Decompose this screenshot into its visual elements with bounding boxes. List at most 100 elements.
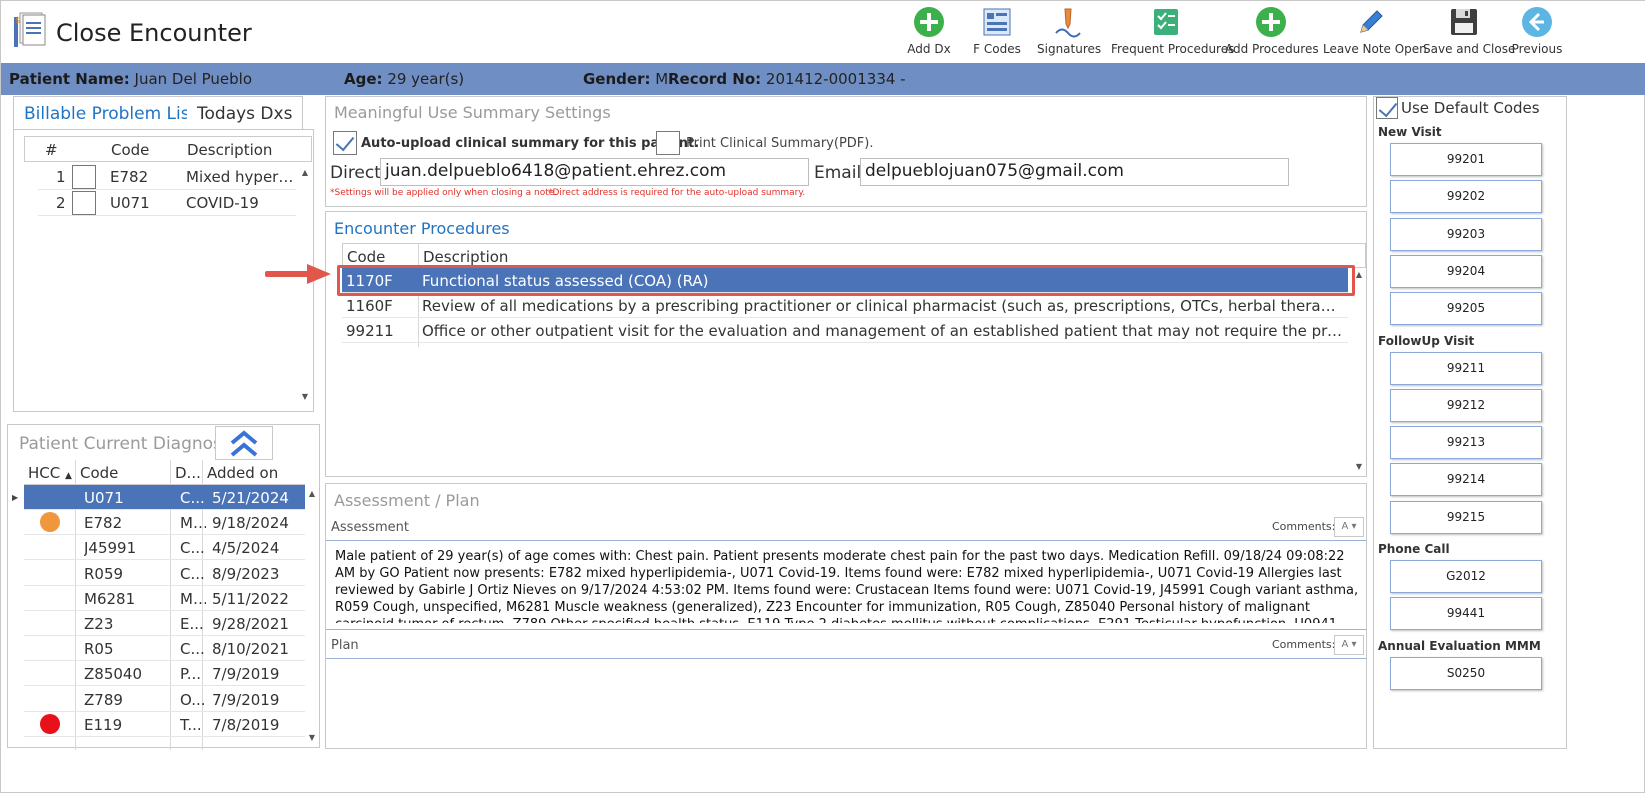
code-button-g2012[interactable]: G2012 xyxy=(1390,560,1542,593)
save-and-close-button[interactable]: Save and Close xyxy=(1423,4,1515,60)
table-row[interactable]: J45991 C... 4/5/2024 xyxy=(24,535,305,561)
row-code: U071 xyxy=(84,489,124,507)
assessment-label: Assessment xyxy=(331,520,409,535)
code-button-99213[interactable]: 99213 xyxy=(1390,426,1542,460)
table-row[interactable]: U071 C... 5/21/2024 xyxy=(24,485,305,510)
table-row[interactable]: E782 M... 9/18/2024 xyxy=(24,510,305,536)
add-dx-label: Add Dx xyxy=(907,42,951,56)
scroll-up-arrow[interactable]: ▲ xyxy=(298,166,312,180)
scroll-up-arrow[interactable]: ▲ xyxy=(1352,268,1366,282)
assessment-text[interactable]: Male patient of 29 year(s) of age comes … xyxy=(335,548,1359,623)
row-code: R05 xyxy=(84,640,114,659)
divider xyxy=(326,658,1366,659)
table-row[interactable]: R05 C... 8/10/2021 xyxy=(24,636,305,662)
table-row[interactable]: R059 C... 8/9/2023 xyxy=(24,561,305,586)
current-diagnosis-panel: Patient Current Diagnosis HCC ▲ Code D..… xyxy=(7,424,320,750)
window-title: Close Encounter xyxy=(56,19,252,47)
col-code: Code xyxy=(111,141,150,159)
scroll-down-arrow[interactable]: ▼ xyxy=(298,390,312,404)
plan-comments-label: Comments: xyxy=(1272,638,1336,651)
frequent-procedures-button[interactable]: Frequent Procedures xyxy=(1111,4,1234,60)
table-row[interactable]: M6281 M... 5/11/2022 xyxy=(24,586,305,611)
divider xyxy=(326,540,1366,541)
table-row[interactable]: 2 U071 COVID-19 xyxy=(38,190,296,216)
code-button-99205[interactable]: 99205 xyxy=(1390,292,1542,326)
direct-address-field[interactable]: juan.delpueblo6418@patient.ehrez.com xyxy=(380,158,809,186)
tab-todays-dxs[interactable]: Todays Dxs xyxy=(187,96,304,130)
add-procedures-button[interactable]: Add Procedures xyxy=(1225,4,1319,60)
assessment-comments-label: Comments: xyxy=(1272,520,1336,533)
code-button-99203[interactable]: 99203 xyxy=(1390,217,1542,251)
plan-text[interactable] xyxy=(335,664,1359,744)
problem-list-header: # Code Description xyxy=(24,136,312,162)
leave-note-open-label: Leave Note Open xyxy=(1323,42,1427,56)
row-description: Review of all medications by a prescribi… xyxy=(422,297,1344,315)
problem-list-panel: Billable Problem List Todays Dxs # Code … xyxy=(7,96,320,418)
auto-upload-checkbox[interactable] xyxy=(333,131,357,155)
mu-settings-title: Meaningful Use Summary Settings xyxy=(334,103,611,122)
table-row[interactable]: E119 T... 7/8/2019 xyxy=(24,712,305,737)
row-desc: C... xyxy=(180,640,205,659)
row-code: E782 xyxy=(84,514,123,533)
signatures-button[interactable]: Signatures xyxy=(1037,4,1101,60)
direct-label: Direct: xyxy=(330,163,387,183)
col-hcc[interactable]: HCC ▲ xyxy=(28,464,72,482)
default-codes-panel: Use Default Codes New Visit 99201 99202 992… xyxy=(1373,96,1567,749)
add-dx-button[interactable]: Add Dx xyxy=(901,4,957,60)
leave-note-open-button[interactable]: Leave Note Open xyxy=(1323,4,1427,60)
row-code: U071 xyxy=(110,194,150,212)
table-row[interactable]: Z85040 P... 7/9/2019 xyxy=(24,661,305,687)
use-default-codes-checkbox[interactable] xyxy=(1376,97,1398,119)
code-button-99215[interactable]: 99215 xyxy=(1390,500,1542,534)
row-added-on: 8/10/2021 xyxy=(212,640,289,659)
code-button-99201[interactable]: 99201 xyxy=(1390,143,1542,176)
col-description[interactable]: Description xyxy=(423,248,508,266)
code-button-99211[interactable]: 99211 xyxy=(1390,351,1542,385)
table-row[interactable]: Z23 E... 9/28/2021 xyxy=(24,611,305,636)
arrow-left-icon xyxy=(1522,7,1552,37)
table-row[interactable]: 1160F Review of all medications by a pres… xyxy=(342,293,1348,318)
row-desc: C... xyxy=(180,539,205,558)
code-group-label: New Visit xyxy=(1378,125,1442,139)
collapse-button[interactable] xyxy=(215,426,273,460)
col-code[interactable]: Code xyxy=(80,464,118,482)
row-description: Office or other outpatient visit for the… xyxy=(422,322,1344,340)
code-button-99214[interactable]: 99214 xyxy=(1390,463,1542,497)
code-button-99212[interactable]: 99212 xyxy=(1390,388,1542,422)
tab-billable-problem-list[interactable]: Billable Problem List xyxy=(13,96,208,130)
scroll-up-arrow[interactable]: ▲ xyxy=(305,487,319,501)
row-code: E119 xyxy=(84,715,123,734)
table-row[interactable]: Z789 O... 7/9/2019 xyxy=(24,687,305,712)
plan-comments-dropdown[interactable]: A ▾ xyxy=(1334,635,1364,655)
code-button-99441[interactable]: 99441 xyxy=(1390,597,1542,631)
col-code[interactable]: Code xyxy=(347,248,385,266)
col-num: # xyxy=(45,141,58,159)
code-button-s0250[interactable]: S0250 xyxy=(1390,656,1542,690)
row-code: R059 xyxy=(84,564,124,583)
col-desc[interactable]: D... xyxy=(175,464,201,482)
direct-required-note: *Direct address is required for the auto… xyxy=(548,188,806,198)
add-circle-icon xyxy=(1256,7,1286,37)
email-field[interactable]: delpueblojuan075@gmail.com xyxy=(860,158,1289,186)
row-desc: C... xyxy=(180,564,205,583)
divider xyxy=(326,629,1366,630)
scroll-down-arrow[interactable]: ▼ xyxy=(305,731,319,745)
row-desc: P... xyxy=(180,665,202,684)
previous-button[interactable]: Previous xyxy=(1509,4,1565,60)
code-button-99202[interactable]: 99202 xyxy=(1390,180,1542,214)
row-desc: C... xyxy=(180,489,205,507)
patient-record: Record No: 201412-0001334 - xyxy=(668,70,906,88)
code-group-label: Annual Evaluation MMM xyxy=(1378,638,1541,653)
row-checkbox[interactable] xyxy=(72,165,96,189)
print-summary-checkbox[interactable] xyxy=(656,131,680,155)
f-codes-button[interactable]: F Codes xyxy=(967,4,1027,60)
row-checkbox[interactable] xyxy=(72,191,96,215)
settings-note: *Settings will be applied only when clos… xyxy=(330,188,558,198)
table-row[interactable]: 99211 Office or other outpatient visit fo… xyxy=(342,318,1348,343)
scroll-down-arrow[interactable]: ▼ xyxy=(1352,460,1366,474)
table-row[interactable]: 1 E782 Mixed hyperli... xyxy=(38,164,296,190)
code-button-99204[interactable]: 99204 xyxy=(1390,254,1542,288)
row-added-on: 7/9/2019 xyxy=(212,665,280,684)
col-added-on[interactable]: Added on xyxy=(207,464,278,482)
assessment-comments-dropdown[interactable]: A ▾ xyxy=(1334,517,1364,537)
